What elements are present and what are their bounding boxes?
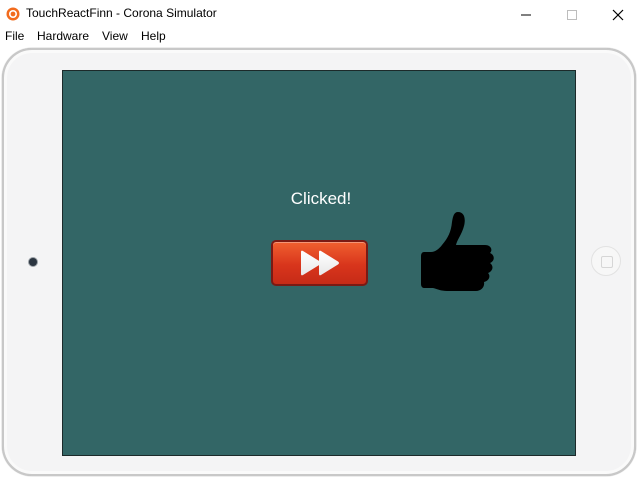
thumbs-up-icon — [421, 212, 494, 291]
simulator-area: Clicked! — [0, 46, 642, 479]
menu-bar: File Hardware View Help — [0, 29, 642, 46]
menu-file[interactable]: File — [5, 29, 24, 43]
menu-hardware[interactable]: Hardware — [37, 29, 89, 43]
close-button[interactable] — [595, 0, 641, 29]
minimize-button[interactable] — [503, 0, 549, 29]
close-icon — [612, 9, 624, 21]
fast-forward-icon — [301, 250, 339, 276]
home-square-icon — [601, 256, 613, 268]
menu-help[interactable]: Help — [141, 29, 166, 43]
app-screen[interactable]: Clicked! — [62, 70, 576, 456]
corona-icon — [6, 7, 20, 21]
camera-icon — [29, 258, 37, 266]
window-title: TouchReactFinn - Corona Simulator — [26, 6, 217, 20]
minimize-icon — [521, 14, 531, 16]
maximize-icon — [567, 10, 577, 20]
title-bar[interactable]: TouchReactFinn - Corona Simulator — [0, 0, 642, 29]
home-button[interactable] — [591, 246, 621, 276]
status-label: Clicked! — [290, 189, 352, 208]
fast-forward-button[interactable] — [271, 240, 368, 286]
menu-view[interactable]: View — [102, 29, 128, 43]
maximize-button[interactable] — [549, 0, 595, 29]
